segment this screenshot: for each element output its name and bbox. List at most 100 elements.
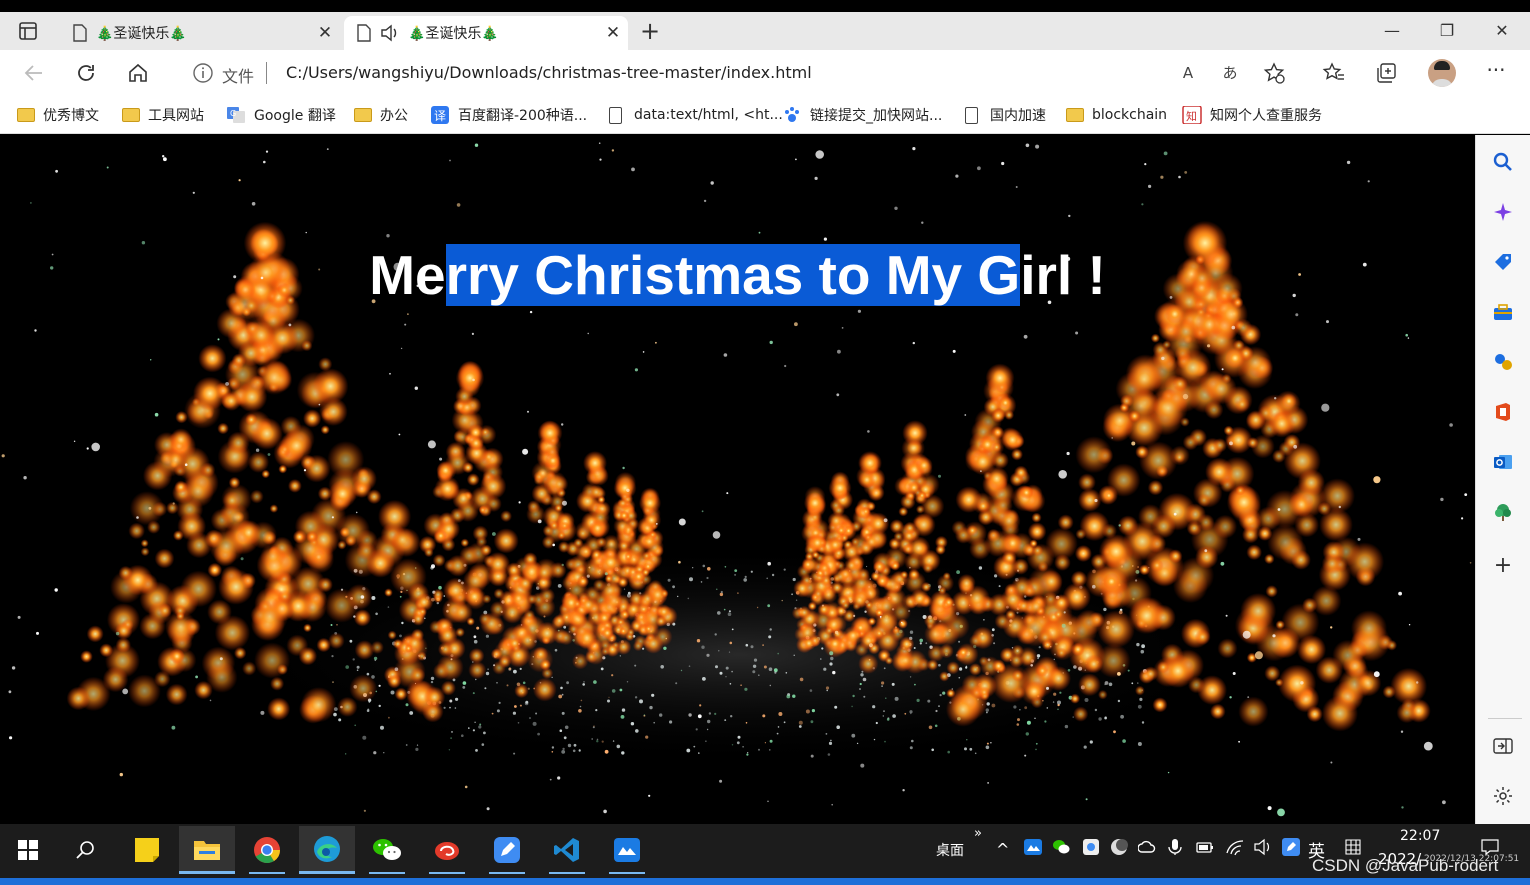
back-icon[interactable] bbox=[22, 61, 46, 85]
ground-sparkle bbox=[524, 701, 529, 706]
office-icon[interactable] bbox=[1492, 401, 1514, 423]
desktop-toolbar-label[interactable]: 桌面 bbox=[936, 840, 964, 860]
tray-notes-icon[interactable] bbox=[1282, 838, 1300, 856]
ground-sparkle bbox=[557, 584, 562, 588]
taskbar-wechat[interactable] bbox=[359, 826, 415, 874]
search-icon[interactable] bbox=[1492, 151, 1514, 173]
tree-light bbox=[622, 523, 635, 536]
bookmark-item[interactable]: 工具网站 bbox=[122, 104, 204, 126]
ground-sparkle bbox=[1059, 691, 1062, 694]
ground-sparkle bbox=[560, 686, 563, 690]
bookmark-item[interactable]: 优秀博文 bbox=[17, 104, 99, 126]
shopping-tag-icon[interactable] bbox=[1492, 251, 1514, 273]
tray-microphone-icon[interactable] bbox=[1166, 838, 1184, 856]
ground-sparkle bbox=[909, 710, 913, 714]
tab-close-button[interactable]: ✕ bbox=[598, 23, 628, 43]
home-icon[interactable] bbox=[126, 61, 150, 85]
taskbar-notes-app[interactable] bbox=[479, 826, 535, 874]
tray-grid-icon[interactable] bbox=[1344, 838, 1362, 856]
bookmark-item[interactable]: 知 知网个人查重服务 bbox=[1182, 104, 1322, 126]
tray-wifi-icon[interactable] bbox=[1226, 838, 1244, 856]
window-close-button[interactable]: ✕ bbox=[1488, 20, 1516, 42]
taskbar-screen-recorder[interactable] bbox=[599, 826, 655, 874]
ground-sparkle bbox=[409, 711, 414, 715]
tab-close-button[interactable]: ✕ bbox=[310, 23, 340, 43]
speaker-icon[interactable] bbox=[380, 24, 400, 42]
tray-recorder-icon[interactable] bbox=[1024, 838, 1042, 856]
taskbar-edge[interactable] bbox=[299, 826, 355, 874]
info-icon[interactable] bbox=[192, 62, 214, 84]
tree-light bbox=[991, 659, 1006, 673]
bookmark-item[interactable]: 译 百度翻译-200种语... bbox=[430, 104, 587, 126]
settings-icon[interactable] bbox=[1492, 785, 1514, 807]
toolbar-expand-chevron[interactable]: » bbox=[974, 826, 982, 841]
tree-light bbox=[1197, 675, 1227, 705]
ground-sparkle bbox=[798, 725, 802, 728]
running-indicator bbox=[369, 872, 405, 874]
tray-overflow-arrow[interactable]: ^ bbox=[996, 840, 1009, 859]
taskbar-chrome[interactable] bbox=[239, 826, 295, 874]
tray-app-icon[interactable] bbox=[1082, 838, 1100, 856]
notification-icon[interactable] bbox=[1481, 838, 1499, 856]
snowflake bbox=[952, 349, 956, 353]
games-icon[interactable] bbox=[1492, 351, 1514, 373]
add-icon[interactable]: + bbox=[1492, 555, 1514, 577]
snowflake bbox=[980, 470, 982, 473]
bookmark-item[interactable]: data:text/html, <ht... bbox=[606, 104, 783, 126]
minimize-button[interactable]: — bbox=[1378, 20, 1406, 42]
snowflake bbox=[184, 463, 188, 467]
taskbar-app-red[interactable] bbox=[419, 826, 475, 874]
tray-wechat-icon[interactable] bbox=[1052, 838, 1070, 856]
bookmark-item[interactable]: G Google 翻译 bbox=[226, 104, 336, 126]
tray-cloud-icon[interactable] bbox=[1138, 838, 1156, 856]
snowflake bbox=[1464, 493, 1468, 496]
restore-button[interactable]: ❐ bbox=[1433, 20, 1461, 42]
tools-icon[interactable] bbox=[1492, 301, 1514, 323]
snowflake bbox=[987, 782, 989, 784]
start-button[interactable] bbox=[0, 826, 56, 874]
tray-volume-icon[interactable] bbox=[1254, 838, 1272, 856]
hide-sidebar-icon[interactable] bbox=[1492, 735, 1514, 757]
ground-sparkle bbox=[768, 667, 773, 671]
bookmark-item[interactable]: 办公 bbox=[354, 104, 408, 126]
tree-light bbox=[991, 408, 1006, 423]
bookmark-item[interactable]: 链接提交_加快网站... bbox=[782, 104, 942, 126]
tray-battery-icon[interactable] bbox=[1196, 838, 1214, 856]
add-favorite-icon[interactable] bbox=[1262, 61, 1286, 85]
taskbar-sticky-notes[interactable] bbox=[119, 826, 175, 874]
clock-time[interactable]: 22:07 bbox=[1400, 828, 1440, 844]
tree-light bbox=[915, 505, 925, 514]
folder-icon bbox=[354, 108, 372, 122]
file-scheme-label[interactable]: 文件 bbox=[222, 63, 254, 87]
bookmark-item[interactable]: 国内加速 bbox=[962, 104, 1046, 126]
tree-icon[interactable] bbox=[1492, 501, 1514, 523]
avatar[interactable] bbox=[1428, 59, 1456, 87]
translate-icon[interactable]: あ bbox=[1218, 61, 1242, 85]
ground-sparkle bbox=[700, 581, 703, 583]
new-tab-button[interactable]: + bbox=[636, 18, 664, 44]
ground-sparkle bbox=[729, 683, 732, 685]
ground-sparkle bbox=[724, 566, 727, 568]
taskbar-file-explorer[interactable] bbox=[179, 826, 235, 874]
tab-inactive[interactable]: 🎄圣诞快乐🎄 ✕ bbox=[60, 16, 340, 50]
address-input[interactable]: C:/Users/wangshiyu/Downloads/christmas-t… bbox=[286, 63, 812, 82]
read-aloud-icon[interactable]: A bbox=[1176, 61, 1200, 85]
more-menu-button[interactable]: ··· bbox=[1484, 60, 1508, 85]
bookmark-item[interactable]: blockchain bbox=[1066, 104, 1167, 126]
tab-active[interactable]: 🎄圣诞快乐🎄 ✕ bbox=[344, 16, 628, 50]
headline[interactable]: Merry Christmas to My Girl ! bbox=[0, 243, 1475, 307]
refresh-icon[interactable] bbox=[74, 61, 98, 85]
ground-sparkle bbox=[810, 720, 814, 724]
taskbar-search-button[interactable] bbox=[58, 826, 114, 874]
favorites-icon[interactable] bbox=[1322, 61, 1346, 85]
tab-actions-icon[interactable] bbox=[14, 20, 42, 42]
tray-moon-icon[interactable] bbox=[1110, 838, 1128, 856]
outlook-icon[interactable] bbox=[1492, 451, 1514, 473]
ground-sparkle bbox=[747, 752, 749, 754]
taskbar-vscode[interactable] bbox=[539, 826, 595, 874]
snowflake bbox=[784, 364, 787, 368]
sparkle-icon[interactable] bbox=[1492, 201, 1514, 223]
snowflake bbox=[1242, 630, 1251, 639]
tree-light bbox=[169, 648, 185, 665]
collections-icon[interactable] bbox=[1374, 61, 1398, 85]
